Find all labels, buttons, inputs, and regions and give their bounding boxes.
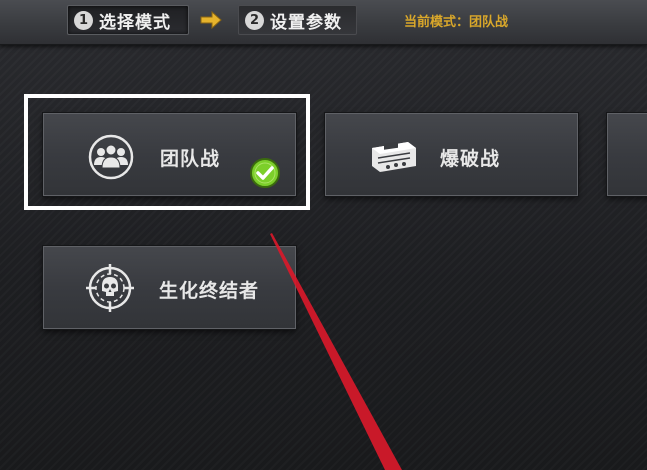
step-select-mode[interactable]: 1 选择模式 [67,5,189,35]
bomb-icon [372,141,416,172]
checkmark-icon [250,158,280,188]
annotation-pointer-line [270,233,402,470]
mode-label-team: 团队战 [160,148,221,170]
step-label-select-mode: 选择模式 [99,12,171,33]
mode-card-demolition[interactable]: 爆破战 [325,113,578,196]
mode-label-demolition: 爆破战 [440,148,501,170]
step-set-params[interactable]: 2 设置参数 [238,5,357,35]
mode-card-offscreen[interactable] [607,113,647,196]
mode-card-team[interactable]: 团队战 [43,113,296,196]
skull-target-icon [86,264,134,312]
team-icon [88,134,134,180]
step-number-2: 2 [245,10,264,30]
current-mode-prefix: 当前模式： [404,15,470,30]
step-bar: 1 选择模式 2 设置参数 当前模式： 团队战 [0,0,647,45]
current-mode-indicator: 当前模式： 团队战 [404,11,508,30]
step-number-1: 1 [74,10,93,30]
arrow-right-icon [200,10,222,30]
step-label-set-params: 设置参数 [270,12,342,33]
mode-card-zombie[interactable]: 生化终结者 [43,246,296,329]
mode-label-zombie: 生化终结者 [159,280,260,302]
current-mode-value: 团队战 [469,15,509,30]
